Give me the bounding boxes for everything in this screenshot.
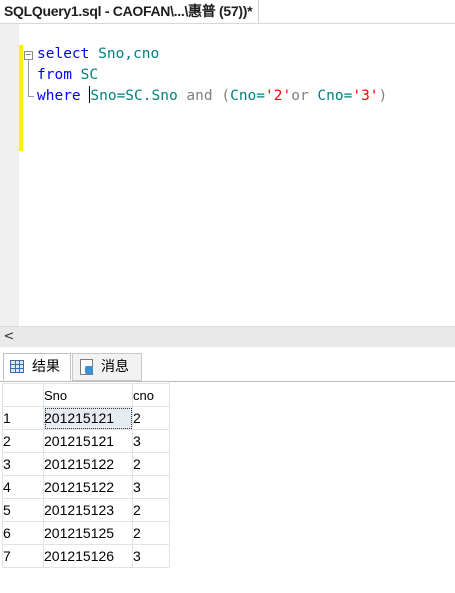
cell-cno[interactable]: 2 — [132, 406, 170, 430]
cell-sno[interactable]: 201215123 — [43, 498, 133, 522]
cell-sno[interactable]: 201215125 — [43, 521, 133, 545]
header-row: Sno cno — [2, 383, 170, 407]
cell-cno[interactable]: 2 — [132, 452, 170, 476]
keyword-from: from — [37, 67, 72, 83]
cell-sno[interactable]: 201215122 — [43, 452, 133, 476]
close-paren: ) — [378, 88, 388, 104]
table-row[interactable]: 6 201215125 2 — [2, 521, 170, 545]
fold-guide-end — [28, 96, 34, 97]
tab-messages-label: 消息 — [101, 359, 129, 375]
editor-gutter — [0, 24, 19, 326]
row-number[interactable]: 7 — [2, 544, 44, 568]
cell-cno[interactable]: 2 — [132, 521, 170, 545]
row-number-header[interactable] — [2, 383, 44, 407]
cell-sno[interactable]: 201215121 — [43, 429, 133, 453]
keyword-select: select — [37, 46, 90, 62]
table-row[interactable]: 2 201215121 3 — [2, 429, 170, 453]
tab-results[interactable]: 结果 — [3, 353, 71, 381]
messages-icon — [80, 359, 93, 375]
keyword-and: and ( — [177, 88, 231, 104]
scroll-left-icon[interactable]: < — [0, 327, 18, 347]
row-number[interactable]: 2 — [2, 429, 44, 453]
cell-sno[interactable]: 201215126 — [43, 544, 133, 568]
collapse-icon[interactable]: − — [24, 51, 33, 60]
table-row[interactable]: 1 201215121 2 — [2, 406, 170, 430]
row-number[interactable]: 3 — [2, 452, 44, 476]
cno-column-1: Cno= — [230, 88, 266, 104]
tab-messages[interactable]: 消息 — [72, 353, 142, 381]
code-line-3[interactable]: where Sno=SC.Sno and (Cno='2'or Cno='3') — [37, 86, 387, 107]
from-table: SC — [71, 67, 99, 83]
sql-editor[interactable]: − select Sno,cno from SC where Sno=SC.Sn… — [0, 24, 455, 326]
query-document-tab[interactable]: SQLQuery1.sql - CAOFAN\...\惠普 (57))* — [0, 0, 260, 24]
cell-cno[interactable]: 3 — [132, 475, 170, 499]
table-row[interactable]: 4 201215122 3 — [2, 475, 170, 499]
code-line-1[interactable]: select Sno,cno — [37, 44, 159, 65]
results-tab-bar: 结果 消息 — [0, 347, 455, 382]
code-line-2[interactable]: from SC — [37, 65, 98, 86]
cell-cno[interactable]: 3 — [132, 544, 170, 568]
keyword-where: where — [37, 88, 81, 104]
fold-guide-line — [28, 60, 29, 96]
keyword-or: or — [291, 88, 318, 104]
tab-results-label: 结果 — [32, 359, 60, 375]
results-table: Sno cno 1 201215121 2 2 201215121 3 3 20… — [2, 383, 170, 568]
row-number[interactable]: 6 — [2, 521, 44, 545]
document-tab-strip: SQLQuery1.sql - CAOFAN\...\惠普 (57))* — [0, 0, 455, 24]
change-tracking-bar — [19, 45, 23, 151]
value-3: '3' — [352, 88, 379, 104]
column-header-sno[interactable]: Sno — [43, 383, 133, 407]
horizontal-scrollbar[interactable]: < — [0, 326, 455, 347]
row-number[interactable]: 5 — [2, 498, 44, 522]
table-row[interactable]: 5 201215123 2 — [2, 498, 170, 522]
cell-sno[interactable]: 201215122 — [43, 475, 133, 499]
row-number[interactable]: 4 — [2, 475, 44, 499]
results-grid[interactable]: Sno cno 1 201215121 2 2 201215121 3 3 20… — [0, 382, 455, 593]
cno-column-2: Cno= — [317, 88, 353, 104]
cell-cno[interactable]: 2 — [132, 498, 170, 522]
value-2: '2' — [265, 88, 292, 104]
table-row[interactable]: 3 201215122 2 — [2, 452, 170, 476]
cell-sno[interactable]: 201215121 — [43, 406, 133, 430]
results-grid-icon — [10, 360, 24, 373]
column-header-cno[interactable]: cno — [132, 383, 170, 407]
row-number[interactable]: 1 — [2, 406, 44, 430]
join-condition: Sno=SC.Sno — [90, 88, 178, 104]
select-columns: Sno,cno — [89, 46, 160, 62]
table-row[interactable]: 7 201215126 3 — [2, 544, 170, 568]
cell-cno[interactable]: 3 — [132, 429, 170, 453]
